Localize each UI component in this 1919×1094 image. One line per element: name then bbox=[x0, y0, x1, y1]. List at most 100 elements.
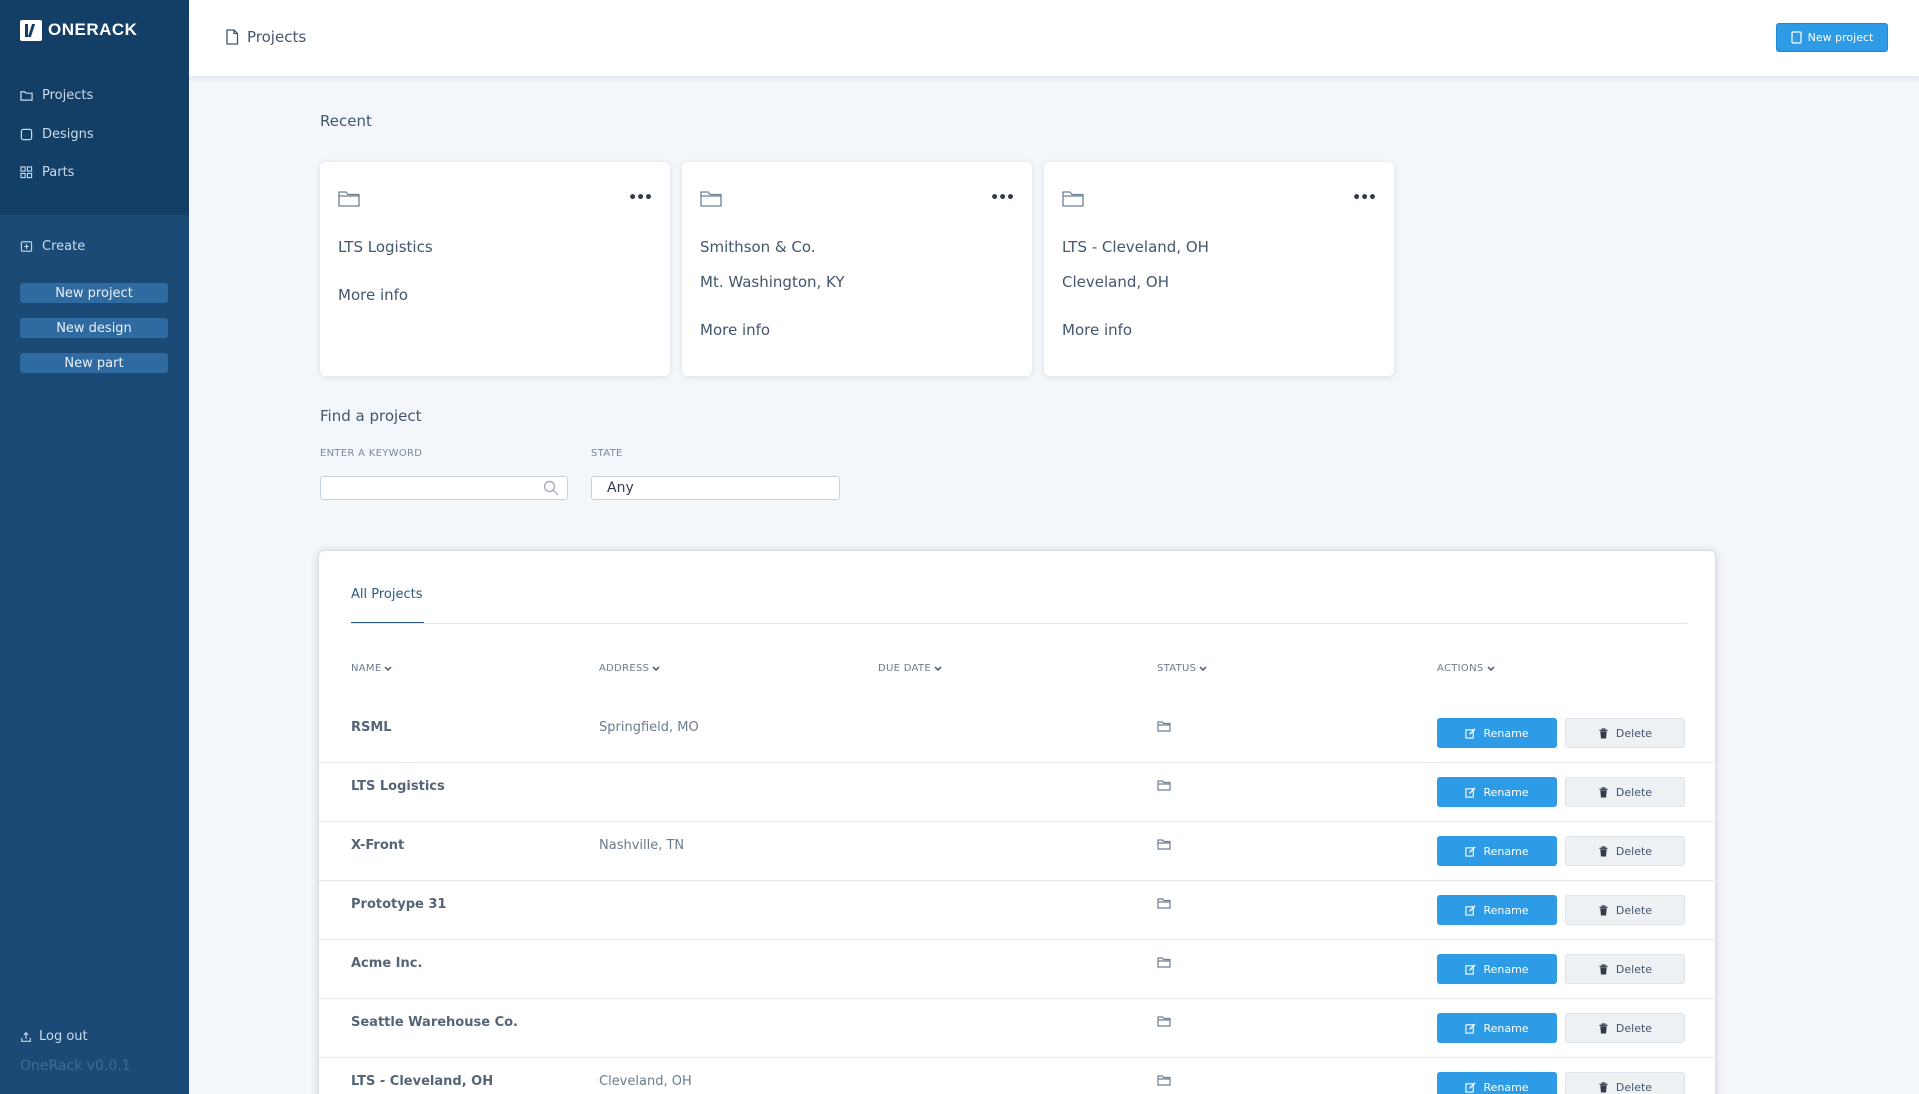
delete-label: Delete bbox=[1615, 785, 1653, 799]
delete-button[interactable]: Delete bbox=[1565, 718, 1685, 748]
column-header-label: STATUS bbox=[1157, 663, 1197, 674]
trash-icon bbox=[1599, 963, 1608, 975]
logout-link[interactable]: Log out bbox=[20, 1029, 88, 1044]
table-row[interactable]: LTS Logistics Rename Delete bbox=[319, 763, 1717, 822]
folder-icon bbox=[338, 191, 360, 207]
recent-card[interactable]: ••• LTS Logistics More info bbox=[320, 162, 670, 376]
column-header-actions[interactable]: ACTIONS bbox=[1437, 663, 1495, 674]
table-row[interactable]: Prototype 31 Rename Delete bbox=[319, 881, 1717, 940]
logo-icon bbox=[20, 19, 42, 41]
rename-button[interactable]: Rename bbox=[1437, 836, 1557, 866]
delete-button[interactable]: Delete bbox=[1565, 1072, 1685, 1094]
logo[interactable]: ONERACK bbox=[20, 19, 137, 41]
project-name[interactable]: X-Front bbox=[351, 838, 404, 853]
state-select[interactable]: Any bbox=[591, 476, 840, 500]
folder-icon bbox=[20, 91, 33, 101]
project-name[interactable]: LTS - Cleveland, OH bbox=[351, 1074, 493, 1089]
delete-button[interactable]: Delete bbox=[1565, 895, 1685, 925]
more-info-link[interactable]: More info bbox=[338, 286, 408, 304]
edit-icon bbox=[1465, 1022, 1477, 1034]
table-row[interactable]: Seattle Warehouse Co. Rename Delete bbox=[319, 999, 1717, 1058]
card-name: LTS - Cleveland, OH bbox=[1062, 238, 1209, 256]
project-name[interactable]: Acme Inc. bbox=[351, 956, 422, 971]
square-icon bbox=[20, 128, 33, 141]
document-icon bbox=[1791, 31, 1802, 44]
table-row[interactable]: LTS - Cleveland, OH Cleveland, OH Rename De… bbox=[319, 1058, 1717, 1094]
project-name[interactable]: RSML bbox=[351, 720, 392, 735]
plus-square-icon bbox=[20, 241, 33, 252]
chevron-down-icon bbox=[1199, 665, 1207, 671]
chevron-down-icon bbox=[384, 665, 392, 671]
folder-status-icon bbox=[1157, 898, 1171, 909]
rename-button[interactable]: Rename bbox=[1437, 895, 1557, 925]
more-options-icon[interactable]: ••• bbox=[1352, 190, 1377, 206]
more-options-icon[interactable]: ••• bbox=[628, 190, 653, 206]
search-icon[interactable] bbox=[543, 480, 559, 496]
rename-button[interactable]: Rename bbox=[1437, 1072, 1557, 1094]
chevron-down-icon bbox=[652, 665, 660, 671]
rename-label: Rename bbox=[1483, 962, 1529, 976]
table-row[interactable]: X-Front Nashville, TN Rename Delete bbox=[319, 822, 1717, 881]
edit-icon bbox=[1465, 727, 1477, 739]
rename-label: Rename bbox=[1483, 1021, 1529, 1035]
header-new-project-button[interactable]: New project bbox=[1776, 23, 1888, 52]
keyword-input[interactable] bbox=[321, 477, 536, 499]
project-name[interactable]: Prototype 31 bbox=[351, 897, 446, 912]
projects-table-panel: All Projects NAME ADDRESS DUE DATE STATU… bbox=[318, 550, 1717, 1094]
column-header-address[interactable]: ADDRESS bbox=[599, 663, 660, 674]
project-name[interactable]: Seattle Warehouse Co. bbox=[351, 1015, 518, 1030]
tab-all-projects[interactable]: All Projects bbox=[351, 587, 423, 602]
more-options-icon[interactable]: ••• bbox=[990, 190, 1015, 206]
trash-icon bbox=[1599, 1081, 1608, 1093]
delete-label: Delete bbox=[1615, 1080, 1653, 1094]
column-header-name[interactable]: NAME bbox=[351, 663, 392, 674]
logout-icon bbox=[21, 1031, 31, 1042]
delete-label: Delete bbox=[1615, 844, 1653, 858]
rename-button[interactable]: Rename bbox=[1437, 1013, 1557, 1043]
project-name[interactable]: LTS Logistics bbox=[351, 779, 445, 794]
rename-label: Rename bbox=[1483, 903, 1529, 917]
column-header-label: ADDRESS bbox=[599, 663, 650, 674]
folder-icon bbox=[1062, 191, 1084, 207]
document-icon bbox=[226, 29, 239, 45]
rename-button[interactable]: Rename bbox=[1437, 777, 1557, 807]
find-project-title: Find a project bbox=[320, 407, 422, 425]
more-info-link[interactable]: More info bbox=[1062, 321, 1132, 339]
recent-card[interactable]: ••• Smithson & Co. Mt. Washington, KY Mo… bbox=[682, 162, 1032, 376]
keyword-field[interactable] bbox=[320, 476, 568, 500]
page-title: Projects bbox=[225, 28, 306, 46]
project-address: Nashville, TN bbox=[599, 838, 685, 853]
column-header-label: ACTIONS bbox=[1437, 663, 1484, 674]
edit-icon bbox=[1465, 963, 1477, 975]
rename-label: Rename bbox=[1483, 844, 1529, 858]
new-part-button[interactable]: New part bbox=[20, 353, 168, 373]
more-info-link[interactable]: More info bbox=[700, 321, 770, 339]
delete-button[interactable]: Delete bbox=[1565, 1013, 1685, 1043]
delete-button[interactable]: Delete bbox=[1565, 954, 1685, 984]
rename-button[interactable]: Rename bbox=[1437, 954, 1557, 984]
column-header-status[interactable]: STATUS bbox=[1157, 663, 1207, 674]
delete-button[interactable]: Delete bbox=[1565, 836, 1685, 866]
new-project-button[interactable]: New project bbox=[20, 283, 168, 303]
sidebar-item-designs[interactable]: Designs bbox=[20, 127, 94, 142]
sidebar-item-projects[interactable]: Projects bbox=[20, 88, 93, 103]
column-header-label: DUE DATE bbox=[878, 663, 931, 674]
table-row[interactable]: Acme Inc. Rename Delete bbox=[319, 940, 1717, 999]
table-row[interactable]: RSML Springfield, MO Rename Delete bbox=[319, 704, 1717, 763]
trash-icon bbox=[1599, 845, 1608, 857]
folder-status-icon bbox=[1157, 721, 1171, 732]
column-header-due-date[interactable]: DUE DATE bbox=[878, 663, 942, 674]
new-design-button[interactable]: New design bbox=[20, 318, 168, 338]
rename-label: Rename bbox=[1483, 785, 1529, 799]
recent-card[interactable]: ••• LTS - Cleveland, OH Cleveland, OH Mo… bbox=[1044, 162, 1394, 376]
delete-label: Delete bbox=[1615, 1021, 1653, 1035]
edit-icon bbox=[1465, 1081, 1477, 1093]
tab-divider bbox=[351, 623, 1687, 624]
trash-icon bbox=[1599, 727, 1608, 739]
delete-button[interactable]: Delete bbox=[1565, 777, 1685, 807]
sidebar-item-parts[interactable]: Parts bbox=[20, 165, 74, 180]
rename-button[interactable]: Rename bbox=[1437, 718, 1557, 748]
project-address: Cleveland, OH bbox=[599, 1074, 692, 1089]
folder-status-icon bbox=[1157, 957, 1171, 968]
chevron-down-icon bbox=[1486, 665, 1495, 671]
